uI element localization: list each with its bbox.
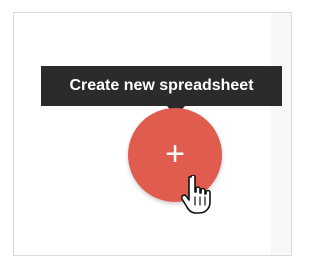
- card-edge: [271, 13, 291, 255]
- create-new-spreadsheet-tooltip: Create new spreadsheet: [41, 66, 282, 106]
- plus-icon: +: [165, 135, 185, 173]
- hand-pointer-icon: [181, 175, 211, 214]
- tooltip-text: Create new spreadsheet: [69, 77, 254, 94]
- page: Create new spreadsheet +: [0, 0, 304, 264]
